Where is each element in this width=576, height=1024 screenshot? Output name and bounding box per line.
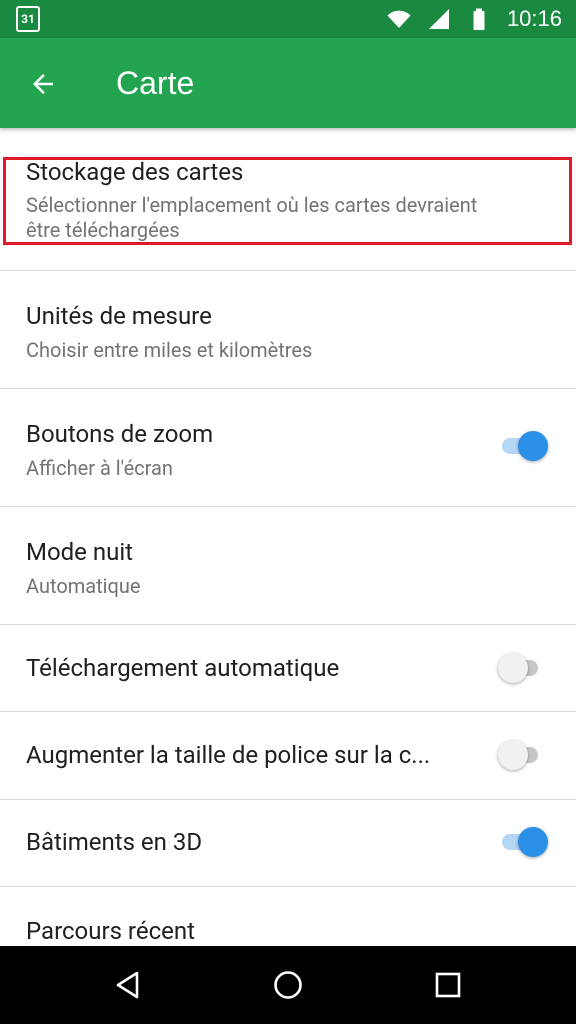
setting-buildings-3d[interactable]: Bâtiments en 3D: [0, 800, 576, 887]
setting-subtitle: être téléchargées: [26, 218, 180, 242]
setting-title: Augmenter la taille de police sur la c..…: [26, 741, 431, 769]
calendar-icon: 31: [16, 6, 40, 32]
setting-subtitle: Afficher à l'écran: [26, 456, 173, 480]
setting-zoom-buttons[interactable]: Boutons de zoom Afficher à l'écran: [0, 389, 576, 507]
setting-subtitle: Sélectionner l'emplacement où les cartes…: [26, 193, 478, 217]
setting-font-size[interactable]: Augmenter la taille de police sur la c..…: [0, 712, 576, 800]
font-size-toggle[interactable]: [498, 732, 546, 778]
setting-auto-download[interactable]: Téléchargement automatique: [0, 625, 576, 712]
setting-units[interactable]: Unités de mesure Choisir entre miles et …: [0, 271, 576, 389]
page-title: Carte: [116, 65, 195, 101]
setting-map-storage[interactable]: Stockage des cartes Sélectionner l'empla…: [0, 128, 576, 271]
auto-download-toggle[interactable]: [498, 645, 546, 691]
setting-night-mode[interactable]: Mode nuit Automatique: [0, 507, 576, 625]
setting-title: Bâtiments en 3D: [26, 828, 203, 856]
setting-title: Téléchargement automatique: [26, 654, 340, 682]
settings-list: Stockage des cartes Sélectionner l'empla…: [0, 128, 576, 967]
recents-square-icon[interactable]: [432, 969, 464, 1001]
signal-icon: [428, 9, 449, 29]
back-triangle-icon[interactable]: [112, 969, 144, 1001]
setting-title: Boutons de zoom: [26, 420, 214, 448]
arrow-back-icon[interactable]: [28, 69, 58, 99]
toggle-thumb: [518, 827, 548, 857]
status-bar: 31 10:16: [0, 0, 576, 38]
setting-title: Parcours récent: [26, 917, 195, 945]
zoom-buttons-toggle[interactable]: [500, 423, 548, 469]
battery-icon: [473, 8, 485, 30]
app-toolbar: Carte: [0, 38, 576, 128]
toggle-thumb: [518, 431, 548, 461]
setting-title: Unités de mesure: [26, 302, 212, 330]
setting-subtitle: Choisir entre miles et kilomètres: [26, 338, 313, 362]
home-circle-icon[interactable]: [272, 969, 304, 1001]
setting-title: Mode nuit: [26, 538, 134, 566]
setting-subtitle: Automatique: [26, 574, 141, 598]
setting-title: Stockage des cartes: [26, 158, 244, 186]
navigation-bar: [0, 946, 576, 1024]
buildings-3d-toggle[interactable]: [500, 819, 548, 865]
wifi-icon: [387, 10, 411, 28]
calendar-day: 31: [21, 12, 35, 26]
status-time: 10:16: [506, 6, 562, 31]
toggle-thumb: [498, 653, 528, 683]
status-icons: 10:16: [387, 0, 562, 38]
toggle-thumb: [498, 740, 528, 770]
